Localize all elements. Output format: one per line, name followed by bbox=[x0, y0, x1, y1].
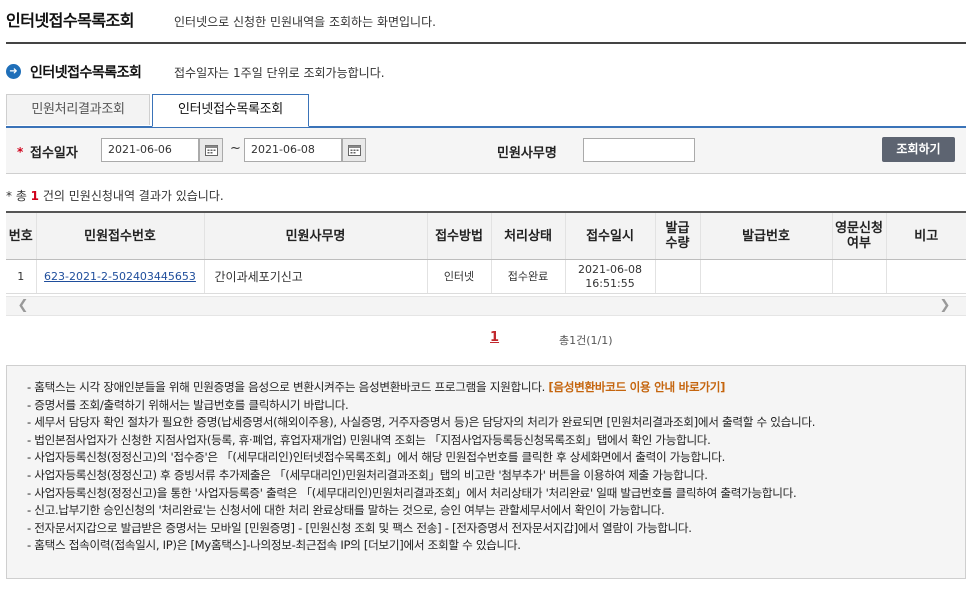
scroll-left-icon[interactable]: ❮ bbox=[14, 297, 32, 315]
section-title-row: ➜ 인터넷접수목록조회 접수일자는 1주일 단위로 조회가능합니다. bbox=[6, 62, 966, 82]
notice-line: - 전자문서지갑으로 발급받은 증명서는 모바일 [민원증명] - [민원신청 … bbox=[27, 520, 692, 535]
section-note: 접수일자는 1주일 단위로 조회가능합니다. bbox=[174, 66, 385, 80]
notice-line: - 법인본점사업자가 신청한 지점사업자(등록, 휴·폐업, 휴업자재개업) 민… bbox=[27, 432, 711, 447]
cell-office: 간이과세포기신고 bbox=[203, 259, 427, 294]
page-title: 인터넷접수목록조회 bbox=[6, 11, 134, 30]
cell-date: 2021-06-08 16:51:55 bbox=[564, 259, 655, 294]
notice-text: - 홈택스는 시각 장애인분들을 위해 민원증명을 음성으로 변환시켜주는 음성… bbox=[27, 380, 545, 394]
notice-line: - 홈택스는 시각 장애인분들을 위해 민원증명을 음성으로 변환시켜주는 음성… bbox=[27, 379, 965, 397]
date-range-separator: ~ bbox=[230, 141, 241, 156]
receipt-no-link[interactable]: 623-2021-2-502403445653 bbox=[44, 270, 196, 283]
calendar-icon[interactable] bbox=[199, 138, 223, 162]
section-title: 인터넷접수목록조회 bbox=[30, 65, 142, 81]
scroll-right-icon[interactable]: ❯ bbox=[936, 297, 954, 315]
cell-date-time: 16:51:55 bbox=[585, 276, 635, 290]
notice-line: - 세무서 담당자 확인 절차가 필요한 증명(납세증명서(해외이주용), 사실… bbox=[27, 415, 816, 430]
cell-method: 인터넷 bbox=[426, 259, 491, 294]
office-name-input[interactable] bbox=[583, 138, 695, 162]
barcode-guide-link[interactable]: [음성변환바코드 이용 안내 바로가기] bbox=[548, 380, 725, 394]
cell-no: 1 bbox=[6, 259, 36, 294]
result-count-number: 1 bbox=[30, 189, 40, 203]
cell-english bbox=[831, 259, 886, 294]
cell-date-day: 2021-06-08 bbox=[578, 262, 642, 276]
tab-internet-receipt-list[interactable]: 인터넷접수목록조회 bbox=[152, 94, 309, 127]
col-header-remark: 비고 bbox=[885, 211, 966, 260]
receipt-date-label: 접수일자 bbox=[30, 146, 78, 161]
result-prefix: * 총 bbox=[6, 189, 31, 203]
cell-qty bbox=[654, 259, 700, 294]
receipt-table: 번호 민원접수번호 민원사무명 접수방법 처리상태 접수일시 발급 수량 발급번… bbox=[6, 211, 966, 294]
notice-line: - 홈택스 접속이력(접속일시, IP)은 [My홈택스]-나의정보-최근접속 … bbox=[27, 538, 521, 553]
col-header-qty: 발급 수량 bbox=[654, 211, 700, 260]
result-count: * 총 1 건의 민원신청내역 결과가 있습니다. bbox=[6, 187, 224, 204]
table-header-row: 번호 민원접수번호 민원사무명 접수방법 처리상태 접수일시 발급 수량 발급번… bbox=[6, 211, 966, 260]
cell-receipt-no: 623-2021-2-502403445653 bbox=[35, 259, 204, 294]
col-header-english: 영문신청 여부 bbox=[831, 211, 886, 260]
search-button[interactable]: 조회하기 bbox=[882, 137, 955, 162]
cell-status: 접수완료 bbox=[490, 259, 565, 294]
cell-issue-no bbox=[699, 259, 832, 294]
cell-remark bbox=[885, 259, 966, 294]
page-description: 인터넷으로 신청한 민원내역을 조회하는 화면입니다. bbox=[174, 15, 436, 29]
required-mark: * bbox=[17, 145, 24, 159]
calendar-icon[interactable] bbox=[342, 138, 366, 162]
notice-box: - 홈택스는 시각 장애인분들을 위해 민원증명을 음성으로 변환시켜주는 음성… bbox=[6, 365, 966, 579]
result-suffix: 건의 민원신청내역 결과가 있습니다. bbox=[39, 189, 224, 203]
col-header-status: 처리상태 bbox=[490, 211, 565, 260]
search-panel: * 접수일자 2021-06-06 ~ 2021-06-08 민원사무명 조회하… bbox=[6, 126, 966, 174]
col-header-issue-no: 발급번호 bbox=[699, 211, 832, 260]
pagination: 1 총1건(1/1) bbox=[0, 330, 974, 347]
notice-line: - 증명서를 조회/출력하기 위해서는 발급번호를 클릭하시기 바랍니다. bbox=[27, 397, 349, 412]
col-header-method: 접수방법 bbox=[426, 211, 491, 260]
page-number-current[interactable]: 1 bbox=[490, 330, 499, 345]
table-row: 1 623-2021-2-502403445653 간이과세포기신고 인터넷 접… bbox=[6, 259, 966, 294]
col-header-date: 접수일시 bbox=[564, 211, 655, 260]
page-header: 인터넷접수목록조회 인터넷으로 신청한 민원내역을 조회하는 화면입니다. bbox=[6, 6, 966, 44]
col-header-office: 민원사무명 bbox=[203, 211, 427, 260]
notice-line: - 사업자등록신청(정정신고)을 통한 '사업자등록증' 출력은 「(세무대리인… bbox=[27, 485, 797, 500]
office-name-label: 민원사무명 bbox=[497, 146, 557, 161]
notice-line: - 사업자등록신청(정정신고) 후 증빙서류 추가제출은 「(세무대리인)민원처… bbox=[27, 467, 708, 482]
tab-result-inquiry[interactable]: 민원처리결과조회 bbox=[6, 94, 150, 125]
date-to-input[interactable]: 2021-06-08 bbox=[244, 138, 342, 162]
notice-line: - 신고.납부기한 승인신청의 '처리완료'는 신청서에 대한 처리 완료상태를… bbox=[27, 503, 665, 518]
horizontal-scrollbar[interactable]: ❮ ❯ bbox=[6, 296, 966, 316]
notice-line: - 사업자등록신청(정정신고)의 '접수증'은 「(세무대리인)인터넷접수목록조… bbox=[27, 450, 725, 465]
col-header-receipt-no: 민원접수번호 bbox=[35, 211, 204, 260]
date-from-input[interactable]: 2021-06-06 bbox=[101, 138, 199, 162]
arrow-circle-icon: ➜ bbox=[6, 64, 21, 79]
col-header-no: 번호 bbox=[6, 211, 36, 260]
page-total: 총1건(1/1) bbox=[559, 334, 613, 347]
